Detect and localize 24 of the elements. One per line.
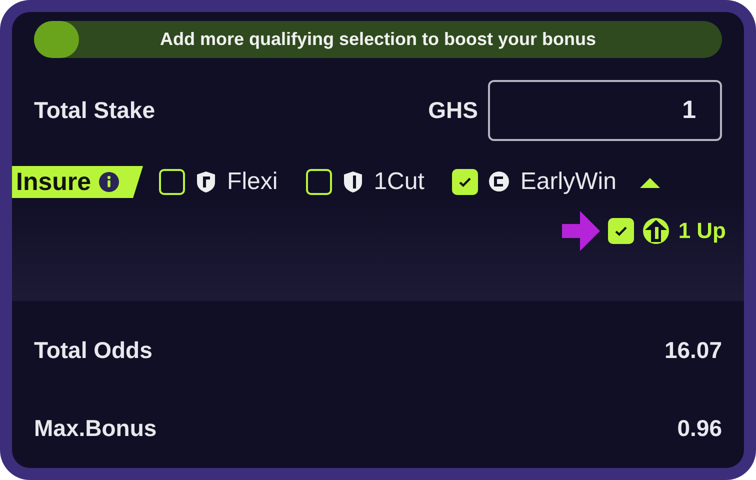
currency-label: GHS bbox=[428, 97, 478, 124]
summary-label: Max.Bonus bbox=[34, 414, 157, 442]
badge-icon bbox=[488, 170, 510, 194]
one-up-checkbox[interactable] bbox=[608, 218, 634, 244]
insurance-checkbox[interactable] bbox=[306, 169, 332, 195]
stake-input-field[interactable]: 1 bbox=[488, 80, 722, 141]
summary-value: 0.96 bbox=[677, 414, 722, 442]
insurance-option-label: 1Cut bbox=[374, 168, 424, 196]
shield-icon bbox=[195, 170, 218, 194]
collapse-caret-icon[interactable] bbox=[640, 176, 660, 188]
insurance-option-label: EarlyWin bbox=[520, 168, 616, 196]
arrow-icon bbox=[562, 211, 600, 251]
bonus-message: Add more qualifying selection to boost your bonus bbox=[160, 29, 596, 50]
info-icon bbox=[99, 172, 120, 192]
one-up-label: 1 Up bbox=[678, 218, 726, 244]
insure-tag: Insure bbox=[12, 166, 144, 198]
insurance-checkbox[interactable] bbox=[159, 169, 186, 195]
shield-icon bbox=[342, 170, 364, 194]
badge-icon bbox=[642, 217, 670, 245]
summary-value: 16.07 bbox=[664, 336, 722, 364]
insurance-option-label: Flexi bbox=[227, 168, 278, 196]
stake-label: Total Stake bbox=[34, 97, 155, 124]
summary-label: Total Odds bbox=[34, 336, 152, 364]
insurance-checkbox[interactable] bbox=[452, 169, 478, 195]
